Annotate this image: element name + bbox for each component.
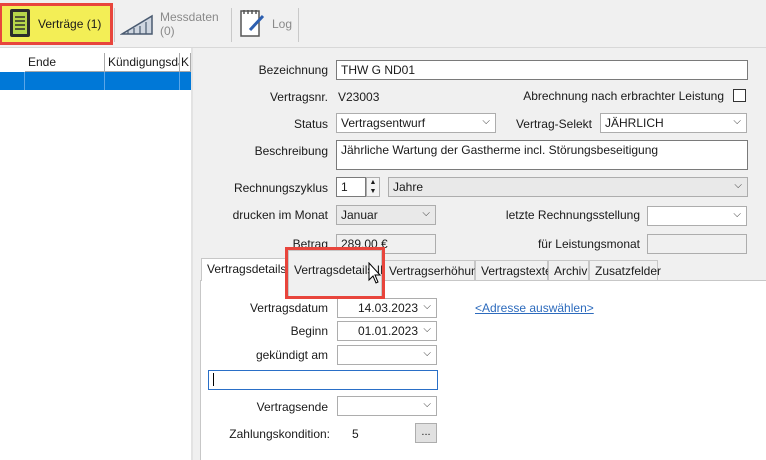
chevron-down-icon: ⌵	[423, 348, 431, 359]
chevron-down-icon: ⌵	[733, 116, 741, 127]
zahlungskondition-label: Zahlungskondition:	[229, 427, 330, 441]
log-tab-button[interactable]: Log	[232, 6, 298, 42]
tab-vertragstexte[interactable]: Vertragstexte	[475, 260, 552, 280]
tab-zusatzfelder[interactable]: Zusatzfelder	[589, 260, 661, 280]
chevron-down-icon: ⌵	[422, 208, 430, 219]
vertragsnr-label: Vertragsnr.	[269, 90, 328, 104]
rechnungszyklus-stepper[interactable]: ▲ ▼	[366, 177, 380, 197]
row-cell	[25, 72, 105, 90]
tab-vertragsdetails-1[interactable]: Vertragsdetails I	[201, 258, 293, 281]
drucken-label: drucken im Monat	[232, 208, 328, 222]
column-header-kuendigungsdatum[interactable]: Kündigungsda	[105, 53, 180, 72]
vertragsdatum-value: 14.03.2023	[357, 301, 418, 315]
abrechnung-label: Abrechnung nach erbrachter Leistung	[523, 89, 724, 103]
beginn-value: 01.01.2023	[357, 324, 418, 338]
beschreibung-label: Beschreibung	[254, 144, 328, 158]
cursor-pointer-icon	[368, 261, 382, 287]
notebook-icon	[8, 8, 32, 41]
abrechnung-checkbox[interactable]	[733, 89, 746, 102]
vertragsnr-value: V23003	[338, 90, 380, 104]
status-label: Status	[293, 117, 328, 131]
status-value: Vertragsentwurf	[341, 116, 426, 130]
row-cell	[0, 72, 25, 90]
drucken-select[interactable]: Januar ⌵	[336, 205, 436, 225]
focused-text-input[interactable]	[208, 370, 438, 390]
leistungsmonat-input[interactable]	[647, 234, 747, 254]
vertragsende-picker[interactable]: ⌵	[337, 396, 437, 416]
status-select[interactable]: Vertragsentwurf ⌵	[336, 113, 496, 133]
toolbar-separator	[298, 8, 299, 42]
rechnungszyklus-input[interactable]: 1	[336, 177, 366, 197]
address-select-link[interactable]: <Adresse auswählen>	[475, 301, 594, 315]
contracts-tab-label: Verträge (1)	[38, 17, 102, 31]
chevron-down-icon: ⌵	[423, 301, 431, 312]
bezeichnung-input[interactable]: THW G ND01	[336, 60, 748, 80]
column-header-ende[interactable]: Ende	[25, 53, 105, 72]
row-cell	[105, 72, 180, 90]
beschreibung-textarea[interactable]: Jährliche Wartung der Gastherme incl. St…	[336, 140, 748, 170]
contracts-grid	[0, 48, 193, 460]
measurements-tab-button[interactable]: Messdaten (0)	[114, 6, 232, 42]
selekt-select[interactable]: JÄHRLICH ⌵	[600, 113, 747, 133]
betrag-label: Betrag	[292, 237, 328, 251]
measurements-tab-label: Messdaten (0)	[160, 10, 219, 38]
chevron-down-icon: ⌵	[734, 180, 742, 191]
beginn-label: Beginn	[290, 324, 328, 338]
gekuendigt-picker[interactable]: ⌵	[337, 345, 437, 365]
chevron-down-icon: ⌵	[423, 399, 431, 410]
drucken-value: Januar	[341, 208, 378, 222]
vertragsdatum-picker[interactable]: 14.03.2023 ⌵	[337, 298, 437, 318]
leistungsmonat-label: für Leistungsmonat	[537, 237, 640, 251]
beginn-picker[interactable]: 01.01.2023 ⌵	[337, 321, 437, 341]
selekt-value: JÄHRLICH	[605, 116, 664, 130]
letzte-rechnung-label: letzte Rechnungsstellung	[505, 208, 640, 222]
text-caret	[213, 373, 214, 386]
chevron-down-icon: ⌵	[733, 209, 741, 220]
splitter[interactable]	[191, 48, 193, 460]
chevron-down-icon: ⌵	[482, 116, 490, 127]
toolbar: Verträge (1) Messdaten (0) Log	[0, 0, 766, 48]
bezeichnung-label: Bezeichnung	[258, 63, 328, 77]
tab-archiv[interactable]: Archiv	[548, 260, 589, 280]
zyklus-unit-select[interactable]: Jahre ⌵	[388, 177, 748, 197]
ruler-chart-icon	[119, 10, 154, 39]
gekuendigt-label: gekündigt am	[255, 348, 328, 362]
chevron-down-icon: ⌵	[423, 324, 431, 335]
tab-vertragserhoehung[interactable]: Vertragserhöhung	[383, 260, 484, 280]
zahlungskondition-value: 5	[352, 427, 359, 441]
selekt-label: Vertrag-Selekt	[515, 117, 592, 131]
column-header-k[interactable]: K	[180, 53, 191, 72]
log-tab-label: Log	[272, 17, 293, 31]
zyklus-unit-value: Jahre	[393, 180, 424, 194]
notepad-pen-icon	[238, 8, 266, 41]
letzte-rechnung-date[interactable]: ⌵	[647, 206, 747, 226]
zahlungskondition-browse-button[interactable]: ...	[415, 423, 437, 443]
contracts-tab-button[interactable]: Verträge (1)	[0, 3, 113, 45]
vertragsdatum-label: Vertragsdatum	[249, 301, 328, 315]
vertragsende-label: Vertragsende	[256, 400, 328, 414]
rechnungszyklus-label: Rechnungszyklus	[233, 181, 328, 195]
